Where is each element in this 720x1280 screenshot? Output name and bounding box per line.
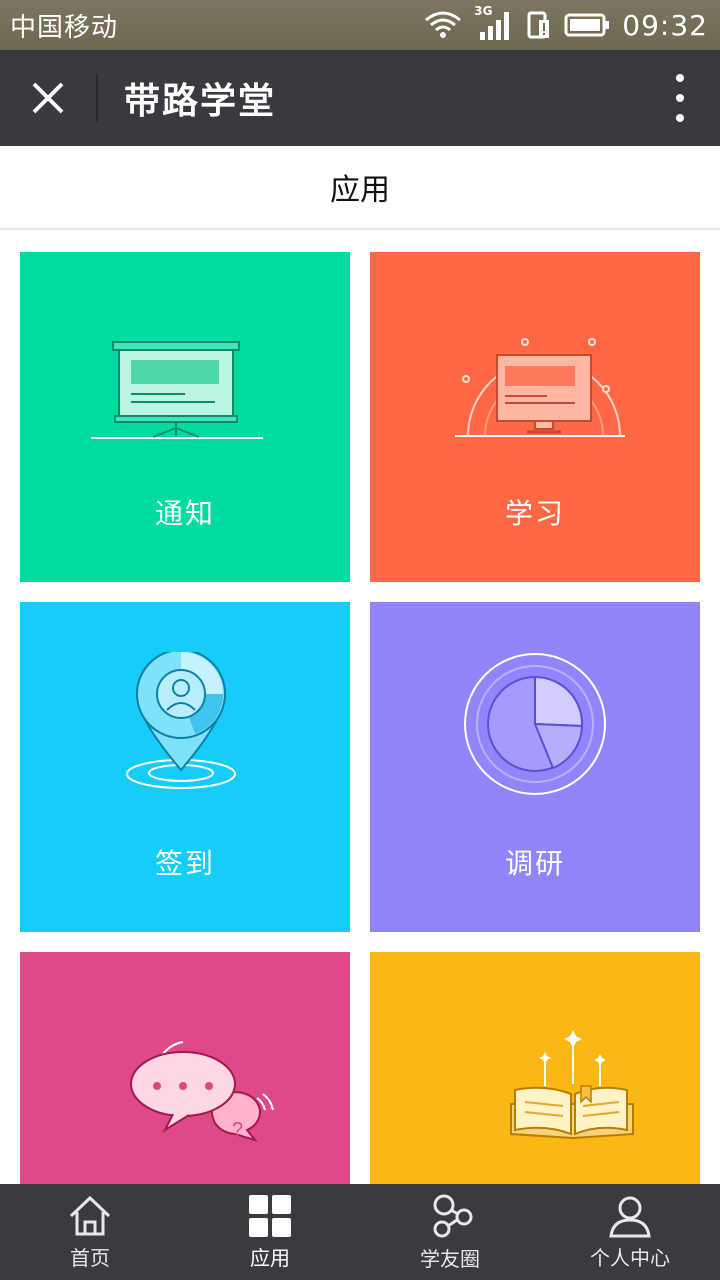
more-vertical-icon — [676, 74, 684, 82]
open-book-icon — [510, 1030, 634, 1140]
monitor-icon — [455, 338, 625, 437]
user-icon — [609, 1196, 651, 1237]
tab-label: 学友圈 — [420, 1246, 480, 1271]
status-bar: 中国移动 3G 09:32 — [0, 0, 720, 50]
bottom-tab-bar: 首页 应用 学友圈 个人中心 — [0, 1184, 720, 1280]
tile-checkin[interactable]: 签到 — [20, 602, 350, 932]
presentation-board-icon — [91, 341, 263, 439]
tile-study[interactable]: 学习 — [370, 252, 700, 582]
tab-apps[interactable]: 应用 — [180, 1184, 360, 1280]
tile-notice[interactable]: 通知 — [20, 252, 350, 582]
tab-home[interactable]: 首页 — [0, 1184, 180, 1280]
carrier-name: 中国移动 — [10, 12, 119, 43]
home-icon — [69, 1195, 111, 1235]
friends-circle-icon — [433, 1194, 473, 1237]
tab-profile[interactable]: 个人中心 — [540, 1184, 720, 1280]
clock: 09:32 — [622, 8, 708, 42]
app-grid: 通知 学习 签到 调研 ? — [0, 230, 720, 1184]
status-icons: 3G 09:32 — [424, 4, 708, 42]
sim-alert-icon — [527, 11, 550, 39]
tab-label: 个人中心 — [590, 1245, 670, 1270]
title-divider — [96, 74, 98, 122]
tile-survey[interactable]: 调研 — [370, 602, 700, 932]
location-pin-icon — [126, 652, 236, 789]
close-icon — [32, 82, 64, 114]
cellular-signal-icon: 3G — [474, 4, 514, 42]
title-bar: 带路学堂 — [0, 50, 720, 146]
more-options-button[interactable] — [670, 74, 690, 122]
tile-library[interactable] — [370, 952, 700, 1184]
apps-grid-icon — [249, 1194, 291, 1237]
tile-qa[interactable]: ? — [20, 952, 350, 1184]
close-button[interactable] — [0, 50, 96, 146]
svg-text:?: ? — [232, 1119, 243, 1141]
tile-label: 通知 — [154, 497, 215, 530]
pie-chart-icon — [464, 653, 606, 795]
page-header: 应用 — [0, 146, 720, 230]
app-title: 带路学堂 — [124, 81, 277, 122]
tile-label: 调研 — [504, 847, 565, 880]
battery-icon — [564, 13, 610, 37]
wifi-icon — [425, 11, 462, 38]
chat-bubbles-icon: ? — [130, 1041, 274, 1142]
tab-friends[interactable]: 学友圈 — [360, 1184, 540, 1280]
page-title: 应用 — [330, 173, 390, 208]
tab-label: 应用 — [250, 1245, 290, 1270]
tab-label: 首页 — [70, 1245, 110, 1270]
tile-label: 签到 — [154, 847, 215, 880]
tile-label: 学习 — [504, 497, 565, 530]
